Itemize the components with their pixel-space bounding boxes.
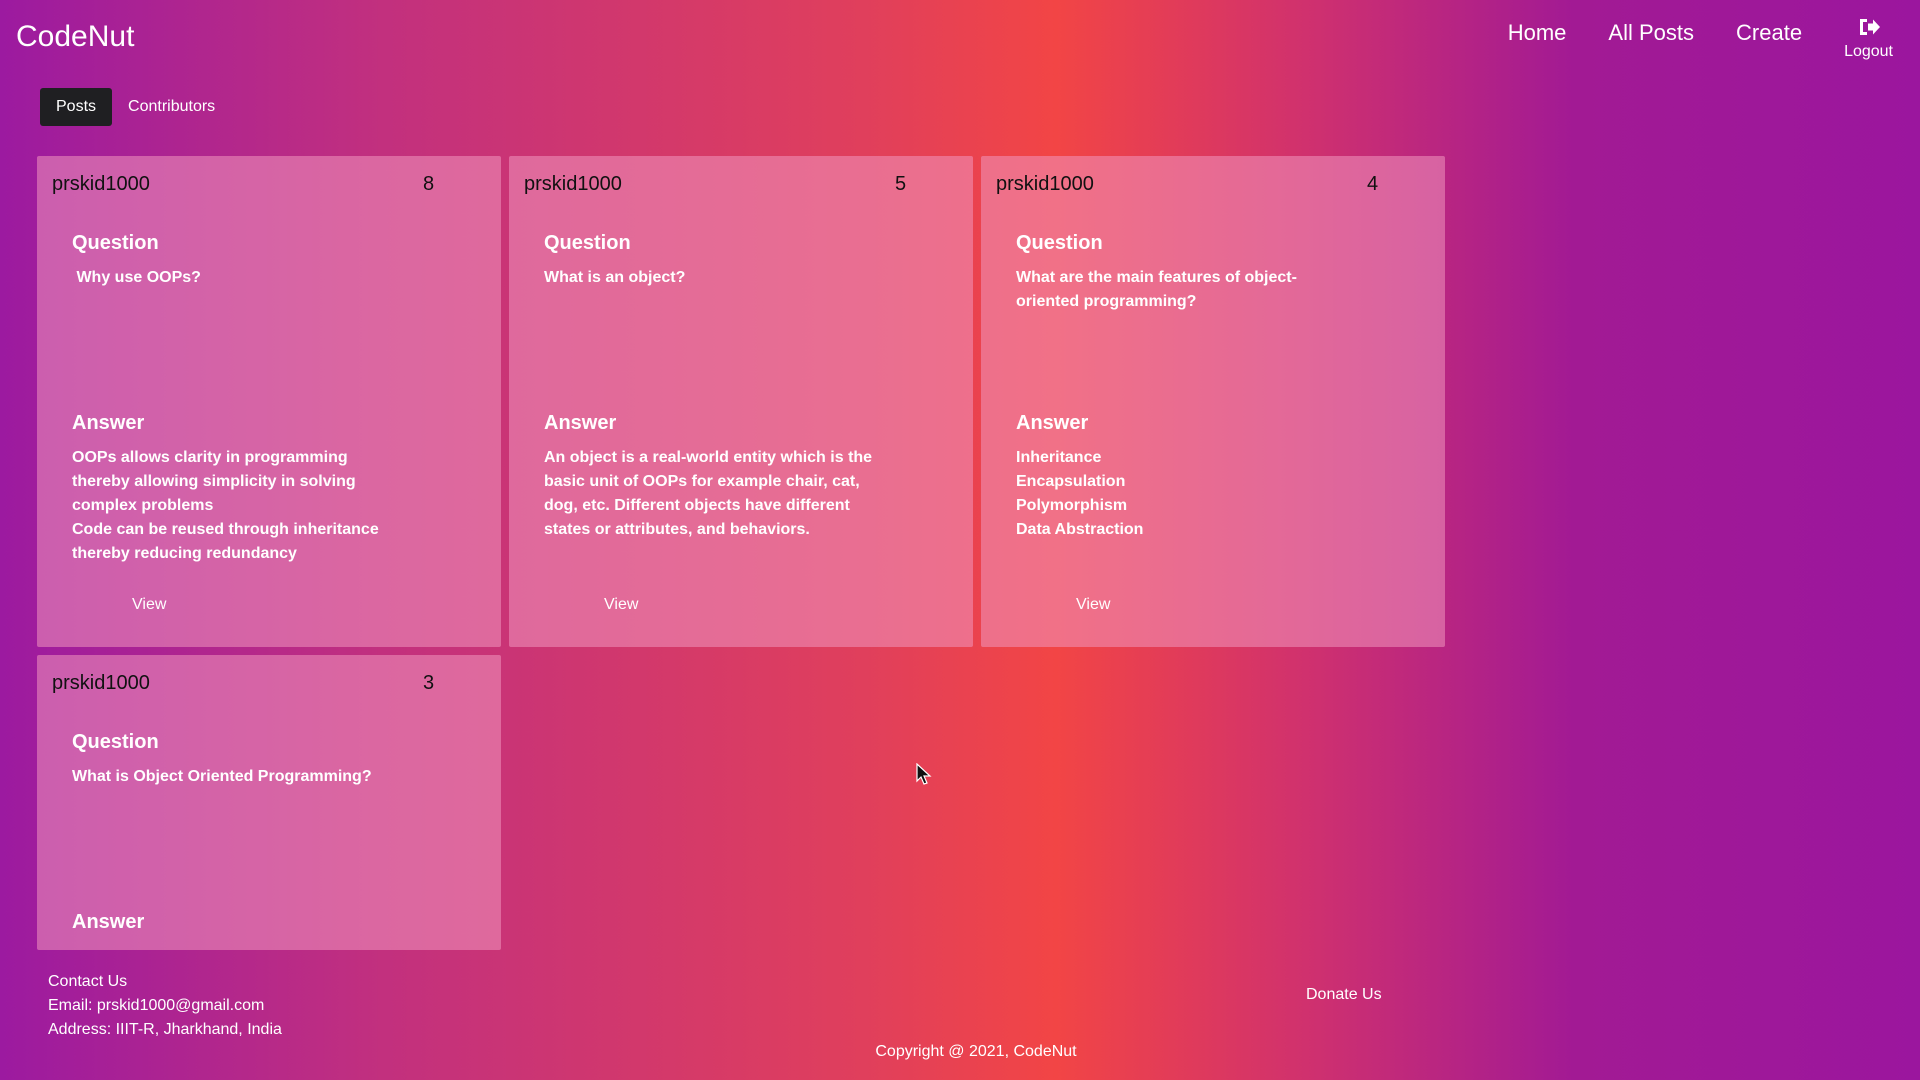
- post-count: 8: [423, 173, 435, 195]
- question-text: What is an object?: [544, 269, 686, 286]
- logout-icon: [1859, 19, 1880, 35]
- answer-label: Answer: [72, 911, 145, 933]
- question-label: Question: [544, 232, 631, 254]
- question-label: Question: [72, 731, 159, 753]
- post-card: prskid1000 8 Question Why use OOPs? Answ…: [37, 156, 501, 647]
- posts-grid: prskid1000 8 Question Why use OOPs? Answ…: [37, 156, 1447, 950]
- question-text: What is Object Oriented Programming?: [72, 768, 372, 785]
- view-button[interactable]: View: [1076, 596, 1110, 614]
- brand-logo[interactable]: CodeNut: [16, 20, 134, 54]
- tab-posts[interactable]: Posts: [40, 88, 113, 126]
- nav-home[interactable]: Home: [1508, 18, 1567, 46]
- logout-label: Logout: [1844, 43, 1893, 60]
- question-label: Question: [1016, 232, 1103, 254]
- post-card: prskid1000 4 Question What are the main …: [981, 156, 1445, 647]
- post-author: prskid1000: [524, 173, 622, 195]
- post-count: 5: [895, 173, 907, 195]
- answer-text: An object is a real-world entity which i…: [544, 449, 873, 538]
- post-card: prskid1000 3 Question What is Object Ori…: [37, 655, 501, 950]
- question-text: What are the main features of object-ori…: [1016, 269, 1297, 310]
- tab-contributors[interactable]: Contributors: [112, 88, 231, 126]
- question-label: Question: [72, 232, 159, 254]
- answer-text: OOPs allows clarity in programming there…: [72, 449, 379, 562]
- view-button[interactable]: View: [132, 596, 166, 614]
- answer-text: Inheritance Encapsulation Polymorphism D…: [1016, 449, 1144, 538]
- footer-contact: Contact Us Email: prskid1000@gmail.com A…: [48, 970, 282, 1042]
- answer-label: Answer: [1016, 412, 1089, 434]
- view-button[interactable]: View: [604, 596, 638, 614]
- mouse-cursor-icon: [916, 763, 932, 785]
- contact-title: Contact Us: [48, 973, 128, 990]
- post-card: prskid1000 5 Question What is an object?…: [509, 156, 973, 647]
- donate-link[interactable]: Donate Us: [1306, 986, 1382, 1004]
- question-text: Why use OOPs?: [72, 269, 201, 286]
- copyright: Copyright @ 2021, CodeNut: [875, 1043, 1077, 1060]
- top-nav: Home All Posts Create Logout: [1466, 18, 1920, 61]
- contact-address: Address: IIIT-R, Jharkhand, India: [48, 1021, 282, 1038]
- post-author: prskid1000: [52, 672, 150, 694]
- answer-label: Answer: [544, 412, 617, 434]
- contact-email: Email: prskid1000@gmail.com: [48, 997, 265, 1014]
- nav-create[interactable]: Create: [1736, 18, 1802, 46]
- logout-button[interactable]: Logout: [1844, 18, 1893, 61]
- tab-bar: Posts Contributors: [40, 88, 231, 126]
- post-count: 3: [423, 672, 435, 694]
- answer-label: Answer: [72, 412, 145, 434]
- post-author: prskid1000: [996, 173, 1094, 195]
- nav-all-posts[interactable]: All Posts: [1608, 18, 1694, 46]
- post-author: prskid1000: [52, 173, 150, 195]
- post-count: 4: [1367, 173, 1379, 195]
